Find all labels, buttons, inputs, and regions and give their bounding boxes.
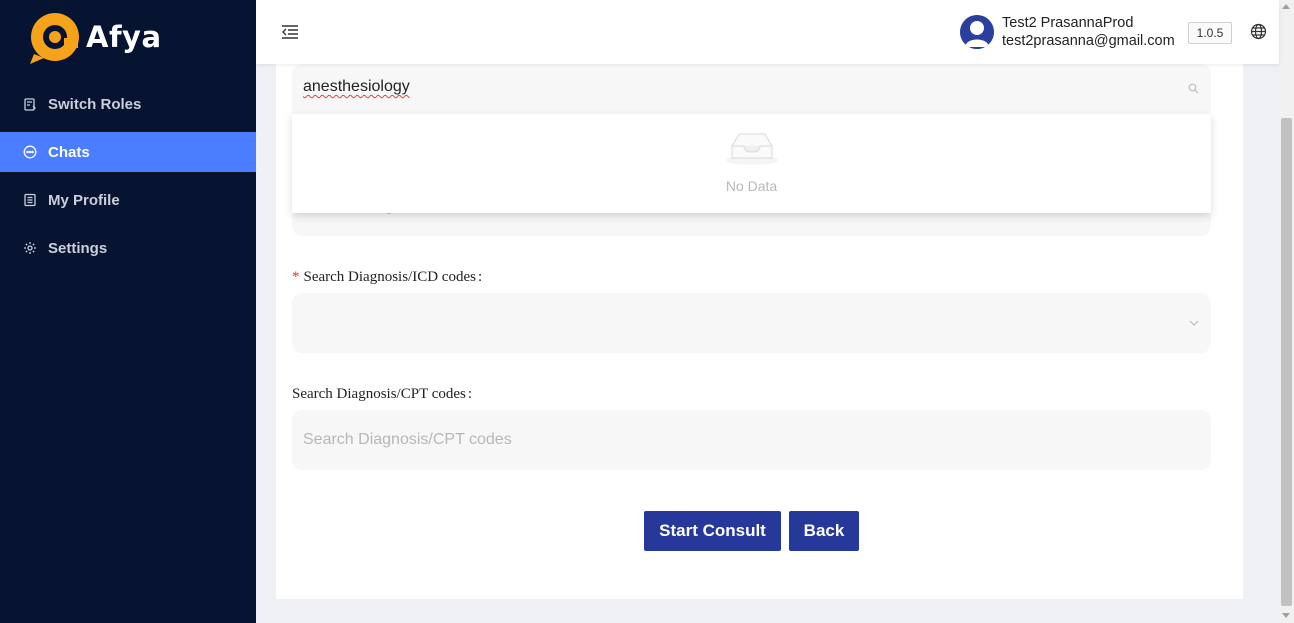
sidebar-item-my-profile[interactable]: My Profile <box>0 180 256 220</box>
scroll-thumb[interactable] <box>1281 118 1292 606</box>
user-menu[interactable]: Test2 PrasannaProd test2prasanna@gmail.c… <box>960 14 1175 50</box>
sidebar-item-label: Chats <box>48 143 90 161</box>
scroll-up-icon[interactable] <box>1282 4 1290 9</box>
back-button[interactable]: Back <box>789 511 859 551</box>
required-mark: * <box>292 269 300 285</box>
user-name: Test2 PrasannaProd <box>1002 15 1134 31</box>
sidebar-item-chats[interactable]: Chats <box>0 132 256 172</box>
sidebar-item-label: Settings <box>48 239 108 257</box>
cpt-codes-field <box>292 410 1211 470</box>
version-badge: 1.0.5 <box>1188 22 1232 44</box>
chevron-down-icon <box>1189 320 1199 326</box>
user-info: Test2 PrasannaProd test2prasanna@gmail.c… <box>1002 14 1175 50</box>
empty-inbox-icon <box>726 133 778 165</box>
chat-icon <box>22 144 38 160</box>
switch-roles-icon <box>22 96 38 112</box>
page-scrollbar[interactable] <box>1279 0 1294 623</box>
scroll-down-icon[interactable] <box>1282 613 1290 618</box>
avatar <box>960 15 994 49</box>
start-consult-button[interactable]: Start Consult <box>644 511 781 551</box>
icd-codes-select[interactable] <box>292 293 1211 353</box>
search-icon <box>1188 83 1199 94</box>
no-data-text: No Data <box>725 178 778 194</box>
app-name: Afya <box>86 20 162 54</box>
top-header: Test2 PrasannaProd test2prasanna@gmail.c… <box>256 0 1279 64</box>
search-value: anesthesiology <box>303 78 410 95</box>
gear-icon <box>22 240 38 256</box>
icd-label: * Search Diagnosis/ICD codes: <box>292 269 483 285</box>
sidebar-item-label: Switch Roles <box>48 95 142 113</box>
specialty-search-input[interactable]: anesthesiology <box>292 64 1211 114</box>
cpt-label: Search Diagnosis/CPT codes: <box>292 386 473 402</box>
menu-collapse-icon[interactable] <box>280 22 300 42</box>
sidebar: Afya Switch Roles Chats My Profile Setti… <box>0 0 256 623</box>
sidebar-item-label: My Profile <box>48 191 120 209</box>
sidebar-item-settings[interactable]: Settings <box>0 228 256 268</box>
user-email: test2prasanna@gmail.com <box>1002 33 1175 49</box>
profile-icon <box>22 192 38 208</box>
app-logo[interactable]: Afya <box>26 10 162 64</box>
sidebar-nav: Switch Roles Chats My Profile Settings <box>0 84 256 276</box>
search-dropdown: No Data <box>292 114 1211 213</box>
sidebar-item-switch-roles[interactable]: Switch Roles <box>0 84 256 124</box>
afya-logo-icon <box>30 13 79 64</box>
cpt-codes-input[interactable] <box>303 410 1183 470</box>
globe-icon[interactable] <box>1250 23 1267 40</box>
